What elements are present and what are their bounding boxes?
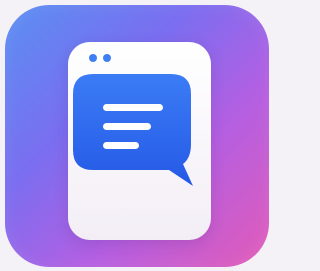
text-line xyxy=(103,142,139,149)
chat-bubble-icon xyxy=(73,74,193,186)
app-icon[interactable] xyxy=(5,5,269,267)
window-dot xyxy=(89,54,97,62)
window-dot xyxy=(103,54,111,62)
text-line xyxy=(103,104,163,111)
text-line xyxy=(103,123,151,130)
